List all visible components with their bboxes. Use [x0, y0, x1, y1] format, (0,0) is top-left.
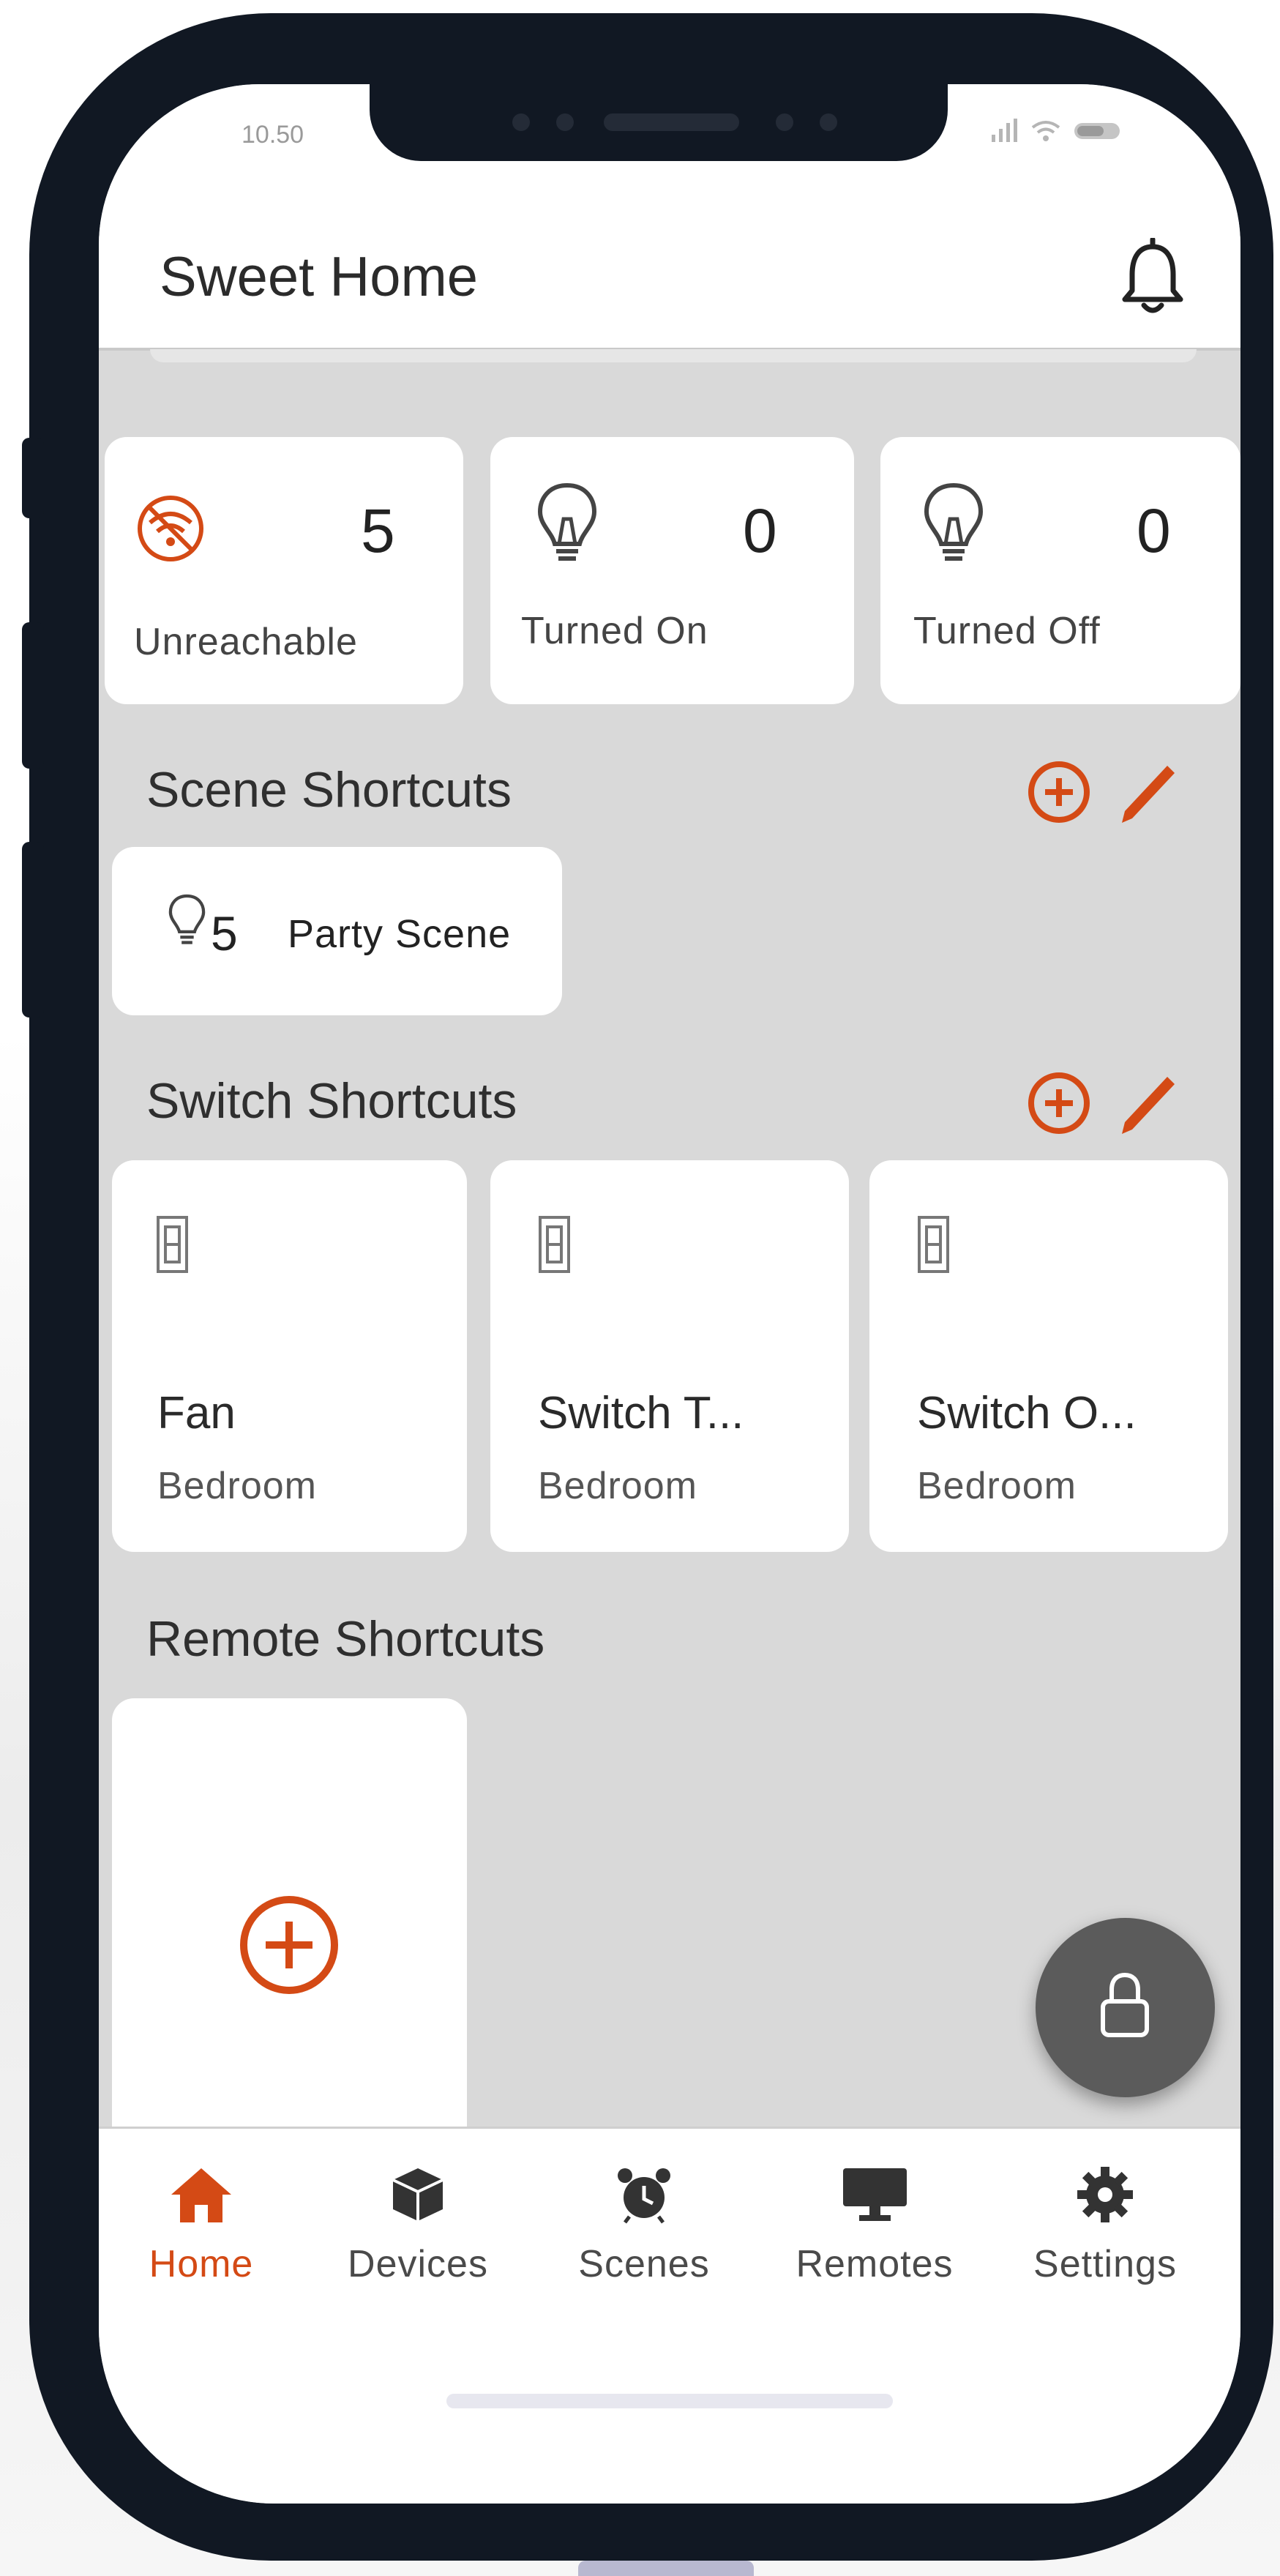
- scene-card[interactable]: 5 Party Scene: [112, 847, 562, 1015]
- add-remote-icon[interactable]: [236, 1892, 343, 1998]
- nav-label: Home: [149, 2243, 254, 2285]
- stat-card-turned-off[interactable]: 0 Turned Off: [880, 437, 1240, 704]
- status-icons: [992, 119, 1120, 143]
- wifi-off-icon: [138, 496, 203, 561]
- home-icon: [171, 2168, 231, 2222]
- lock-icon: [1101, 1972, 1149, 2037]
- status-time: 10.50: [242, 121, 304, 149]
- nav-home[interactable]: Home: [99, 2165, 311, 2286]
- switch-name: Switch O...: [917, 1388, 1137, 1438]
- phone-side-button: [22, 622, 44, 769]
- battery-icon: [1074, 123, 1120, 139]
- switch-actions: [1025, 1069, 1178, 1138]
- bulb-icon: [924, 482, 984, 561]
- phone-bottom-connector: [578, 2561, 754, 2576]
- monitor-icon: [842, 2168, 907, 2221]
- switch-room: Bedroom: [917, 1465, 1077, 1507]
- scene-shortcuts-title: Scene Shortcuts: [146, 762, 512, 818]
- switch-card[interactable]: Switch O... Bedroom: [869, 1160, 1228, 1552]
- light-switch-icon: [918, 1216, 949, 1273]
- stat-card-unreachable[interactable]: 5 Unreachable: [105, 437, 463, 704]
- bottom-navigation: Home Devices Scenes Remotes Settings: [99, 2127, 1240, 2504]
- stat-count: 0: [743, 496, 777, 565]
- switch-shortcuts-title: Switch Shortcuts: [146, 1073, 517, 1129]
- nav-devices[interactable]: Devices: [308, 2165, 528, 2286]
- app-screen: 10.50 Sweet Home 5 Unreachable 0 Turned …: [99, 84, 1240, 2504]
- add-scene-button[interactable]: [1025, 758, 1094, 827]
- home-indicator[interactable]: [446, 2394, 893, 2408]
- light-switch-icon: [157, 1216, 188, 1273]
- app-header: Sweet Home: [99, 205, 1240, 351]
- alarm-clock-icon: [618, 2168, 670, 2224]
- remote-shortcuts-title: Remote Shortcuts: [146, 1611, 545, 1667]
- page-title: Sweet Home: [160, 246, 479, 308]
- stat-label: Turned On: [521, 610, 708, 652]
- gear-icon: [1077, 2167, 1133, 2222]
- stat-label: Unreachable: [134, 621, 358, 663]
- scene-device-count: 5: [211, 906, 239, 960]
- scene-actions: [1025, 758, 1178, 827]
- stat-count: 5: [361, 496, 395, 565]
- switch-name: Switch T...: [538, 1388, 744, 1438]
- lock-fab-button[interactable]: [1036, 1918, 1215, 2097]
- bulb-icon: [537, 482, 597, 561]
- stat-label: Turned Off: [913, 610, 1101, 652]
- header-shadow: [150, 349, 1197, 362]
- switch-room: Bedroom: [157, 1465, 317, 1507]
- add-switch-button[interactable]: [1025, 1069, 1094, 1138]
- edit-switch-button[interactable]: [1116, 1071, 1178, 1137]
- phone-side-button: [22, 438, 44, 518]
- wifi-icon: [1031, 121, 1060, 141]
- edit-scene-button[interactable]: [1116, 760, 1178, 826]
- signal-icon: [992, 119, 1017, 142]
- bell-icon[interactable]: [1116, 238, 1189, 318]
- switch-name: Fan: [157, 1388, 236, 1438]
- nav-settings[interactable]: Settings: [995, 2165, 1215, 2286]
- stat-count: 0: [1137, 496, 1171, 565]
- cube-icon: [392, 2168, 443, 2221]
- switch-room: Bedroom: [538, 1465, 697, 1507]
- phone-side-button: [22, 842, 44, 1018]
- camera-notch: [370, 84, 948, 161]
- nav-scenes[interactable]: Scenes: [534, 2165, 754, 2286]
- nav-label: Devices: [348, 2243, 488, 2285]
- switch-card[interactable]: Fan Bedroom: [112, 1160, 467, 1552]
- switch-card[interactable]: Switch T... Bedroom: [490, 1160, 849, 1552]
- nav-label: Remotes: [796, 2243, 954, 2285]
- nav-label: Settings: [1033, 2243, 1177, 2285]
- add-remote-card[interactable]: [112, 1698, 467, 2152]
- stat-card-turned-on[interactable]: 0 Turned On: [490, 437, 854, 704]
- nav-remotes[interactable]: Remotes: [765, 2165, 984, 2286]
- status-bar: 10.50: [99, 84, 1240, 205]
- light-switch-icon: [539, 1216, 570, 1273]
- scene-name: Party Scene: [288, 912, 512, 956]
- nav-label: Scenes: [578, 2243, 710, 2285]
- bulb-icon: [168, 894, 206, 944]
